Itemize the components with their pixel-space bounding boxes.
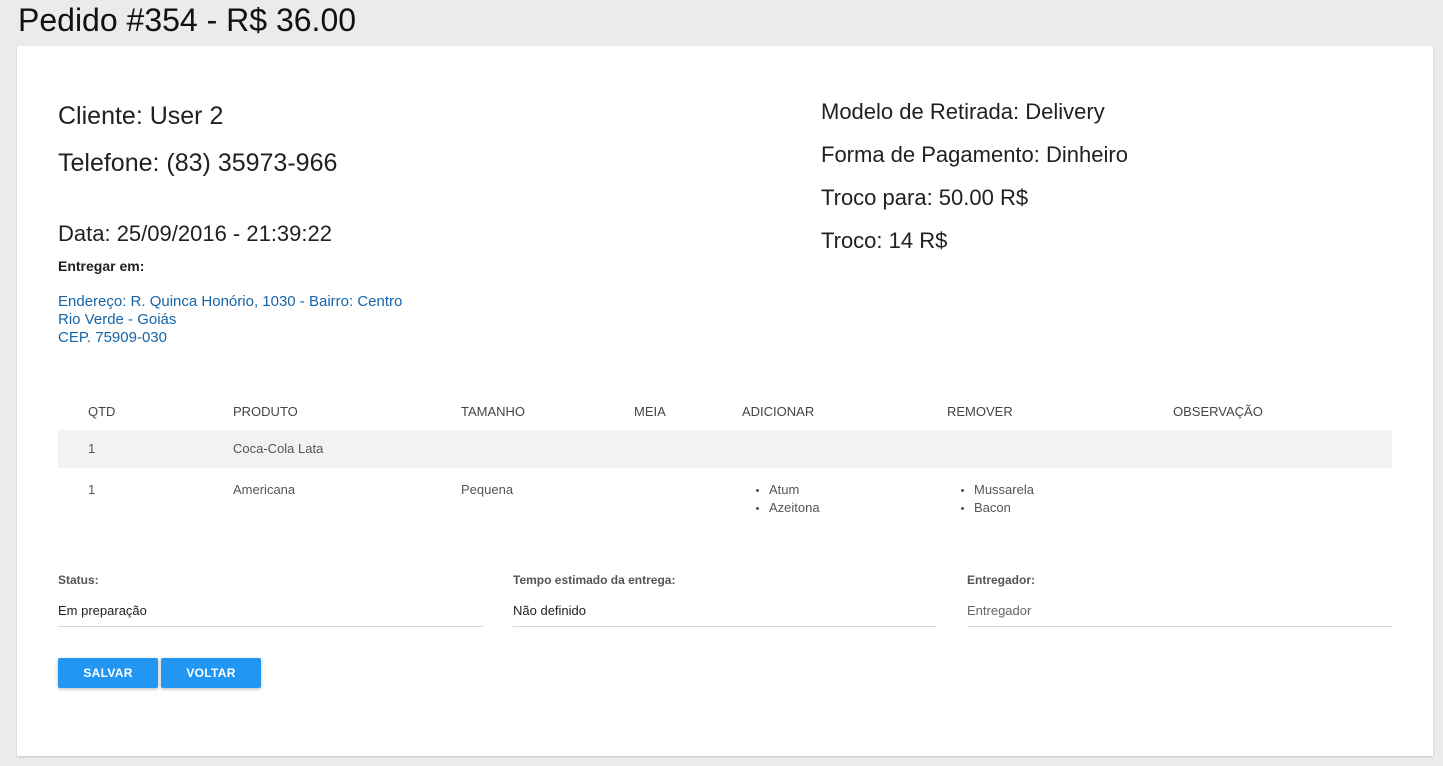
add-list: Atum Azeitona xyxy=(742,481,947,517)
list-item: Mussarela xyxy=(974,481,1173,499)
header-qtd: QTD xyxy=(88,403,116,419)
client-phone: Telefone: (83) 35973-966 xyxy=(58,149,338,177)
cell-tamanho: Pequena xyxy=(461,482,514,497)
courier-field: Entregador: Entregador xyxy=(967,573,1392,627)
save-button[interactable]: SALVAR xyxy=(58,658,158,688)
status-label: Status: xyxy=(58,573,99,587)
address-line: CEP. 75909-030 xyxy=(58,329,167,346)
payment-method: Forma de Pagamento: Dinheiro xyxy=(821,142,1128,167)
back-button[interactable]: VOLTAR xyxy=(161,658,261,688)
cell-produto: Americana xyxy=(233,482,296,497)
list-item: Atum xyxy=(769,481,947,499)
table-header-row: QTD PRODUTO TAMANHO MEIA ADICIONAR REMOV… xyxy=(58,392,1392,430)
status-field: Status: Em preparação xyxy=(58,573,483,627)
cell-produto: Coca-Cola Lata xyxy=(233,430,461,468)
order-date: Data: 25/09/2016 - 21:39:22 xyxy=(58,221,332,246)
list-item: Bacon xyxy=(974,499,1173,517)
cell-adicionar xyxy=(742,430,947,468)
cell-qtd: 1 xyxy=(88,482,96,497)
cell-remover: Mussarela Bacon xyxy=(947,468,1173,531)
courier-input[interactable]: Entregador xyxy=(967,603,1392,627)
list-item: Azeitona xyxy=(769,499,947,517)
change-for: Troco para: 50.00 R$ xyxy=(821,185,1029,210)
table-row: 1 Americana Pequena Atum Azeitona Mussar… xyxy=(58,468,1392,531)
cell-observacao xyxy=(1173,430,1392,468)
header-remover: REMOVER xyxy=(947,403,1013,419)
cell-adicionar: Atum Azeitona xyxy=(742,468,947,531)
address-line: Endereço: R. Quinca Honório, 1030 - Bair… xyxy=(58,293,403,310)
header-tamanho: TAMANHO xyxy=(461,403,526,419)
delivery-address: Endereço: R. Quinca Honório, 1030 - Bair… xyxy=(58,293,402,347)
header-produto: PRODUTO xyxy=(233,403,298,419)
cell-remover xyxy=(947,430,1173,468)
header-meia: MEIA xyxy=(634,403,666,419)
header-observacao: OBSERVAÇÃO xyxy=(1173,403,1263,419)
header-adicionar: ADICIONAR xyxy=(742,403,815,419)
remove-list: Mussarela Bacon xyxy=(947,481,1173,517)
delivery-time-select[interactable]: Não definido xyxy=(513,603,937,627)
page-title: Pedido #354 - R$ 36.00 xyxy=(18,2,357,38)
deliver-label: Entregar em: xyxy=(58,258,145,274)
cell-meia xyxy=(634,430,742,468)
cell-meia xyxy=(634,468,742,531)
client-name: Cliente: User 2 xyxy=(58,102,224,130)
table-row: 1 Coca-Cola Lata xyxy=(58,430,1392,468)
order-card: Cliente: User 2 Telefone: (83) 35973-966… xyxy=(17,46,1433,756)
courier-label: Entregador: xyxy=(967,573,1036,587)
cell-observacao xyxy=(1173,468,1392,531)
order-items-table: QTD PRODUTO TAMANHO MEIA ADICIONAR REMOV… xyxy=(58,392,1392,531)
change-amount: Troco: 14 R$ xyxy=(821,228,948,253)
status-select[interactable]: Em preparação xyxy=(58,603,483,627)
address-line: Rio Verde - Goiás xyxy=(58,311,177,328)
cell-tamanho xyxy=(461,430,634,468)
cell-qtd: 1 xyxy=(58,430,233,468)
pickup-mode: Modelo de Retirada: Delivery xyxy=(821,99,1105,124)
delivery-time-field: Tempo estimado da entrega: Não definido xyxy=(513,573,937,627)
delivery-time-label: Tempo estimado da entrega: xyxy=(513,573,676,587)
